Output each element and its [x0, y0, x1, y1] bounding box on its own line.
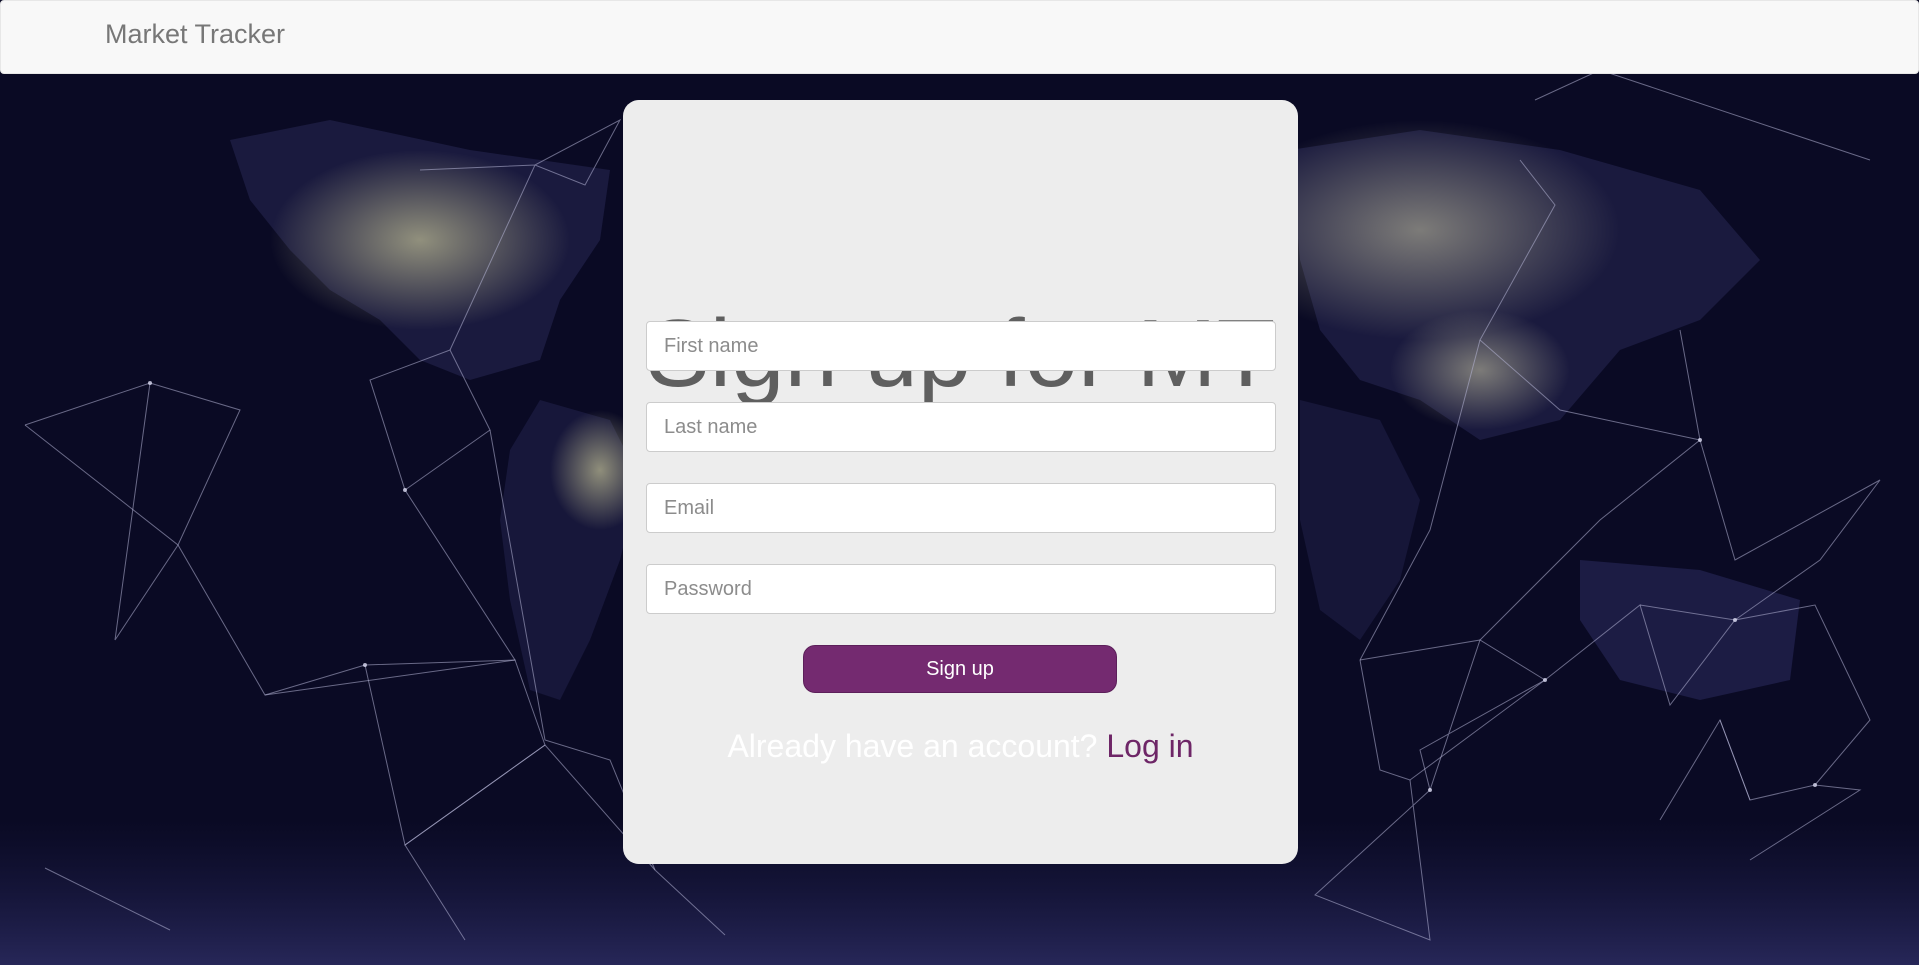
top-navbar: Market Tracker: [0, 0, 1919, 74]
first-name-input[interactable]: [646, 321, 1276, 371]
login-link[interactable]: Log in: [1106, 728, 1193, 764]
navbar-brand[interactable]: Market Tracker: [105, 19, 285, 50]
last-name-input[interactable]: [646, 402, 1276, 452]
email-input[interactable]: [646, 483, 1276, 533]
password-input[interactable]: [646, 564, 1276, 614]
login-prompt-text: Already have an account?: [727, 728, 1098, 764]
signup-button[interactable]: Sign up: [803, 645, 1117, 693]
login-prompt-row: Already have an account? Log in: [623, 726, 1298, 766]
signup-card: Sign up for MT Sign up Already have an a…: [623, 100, 1298, 864]
